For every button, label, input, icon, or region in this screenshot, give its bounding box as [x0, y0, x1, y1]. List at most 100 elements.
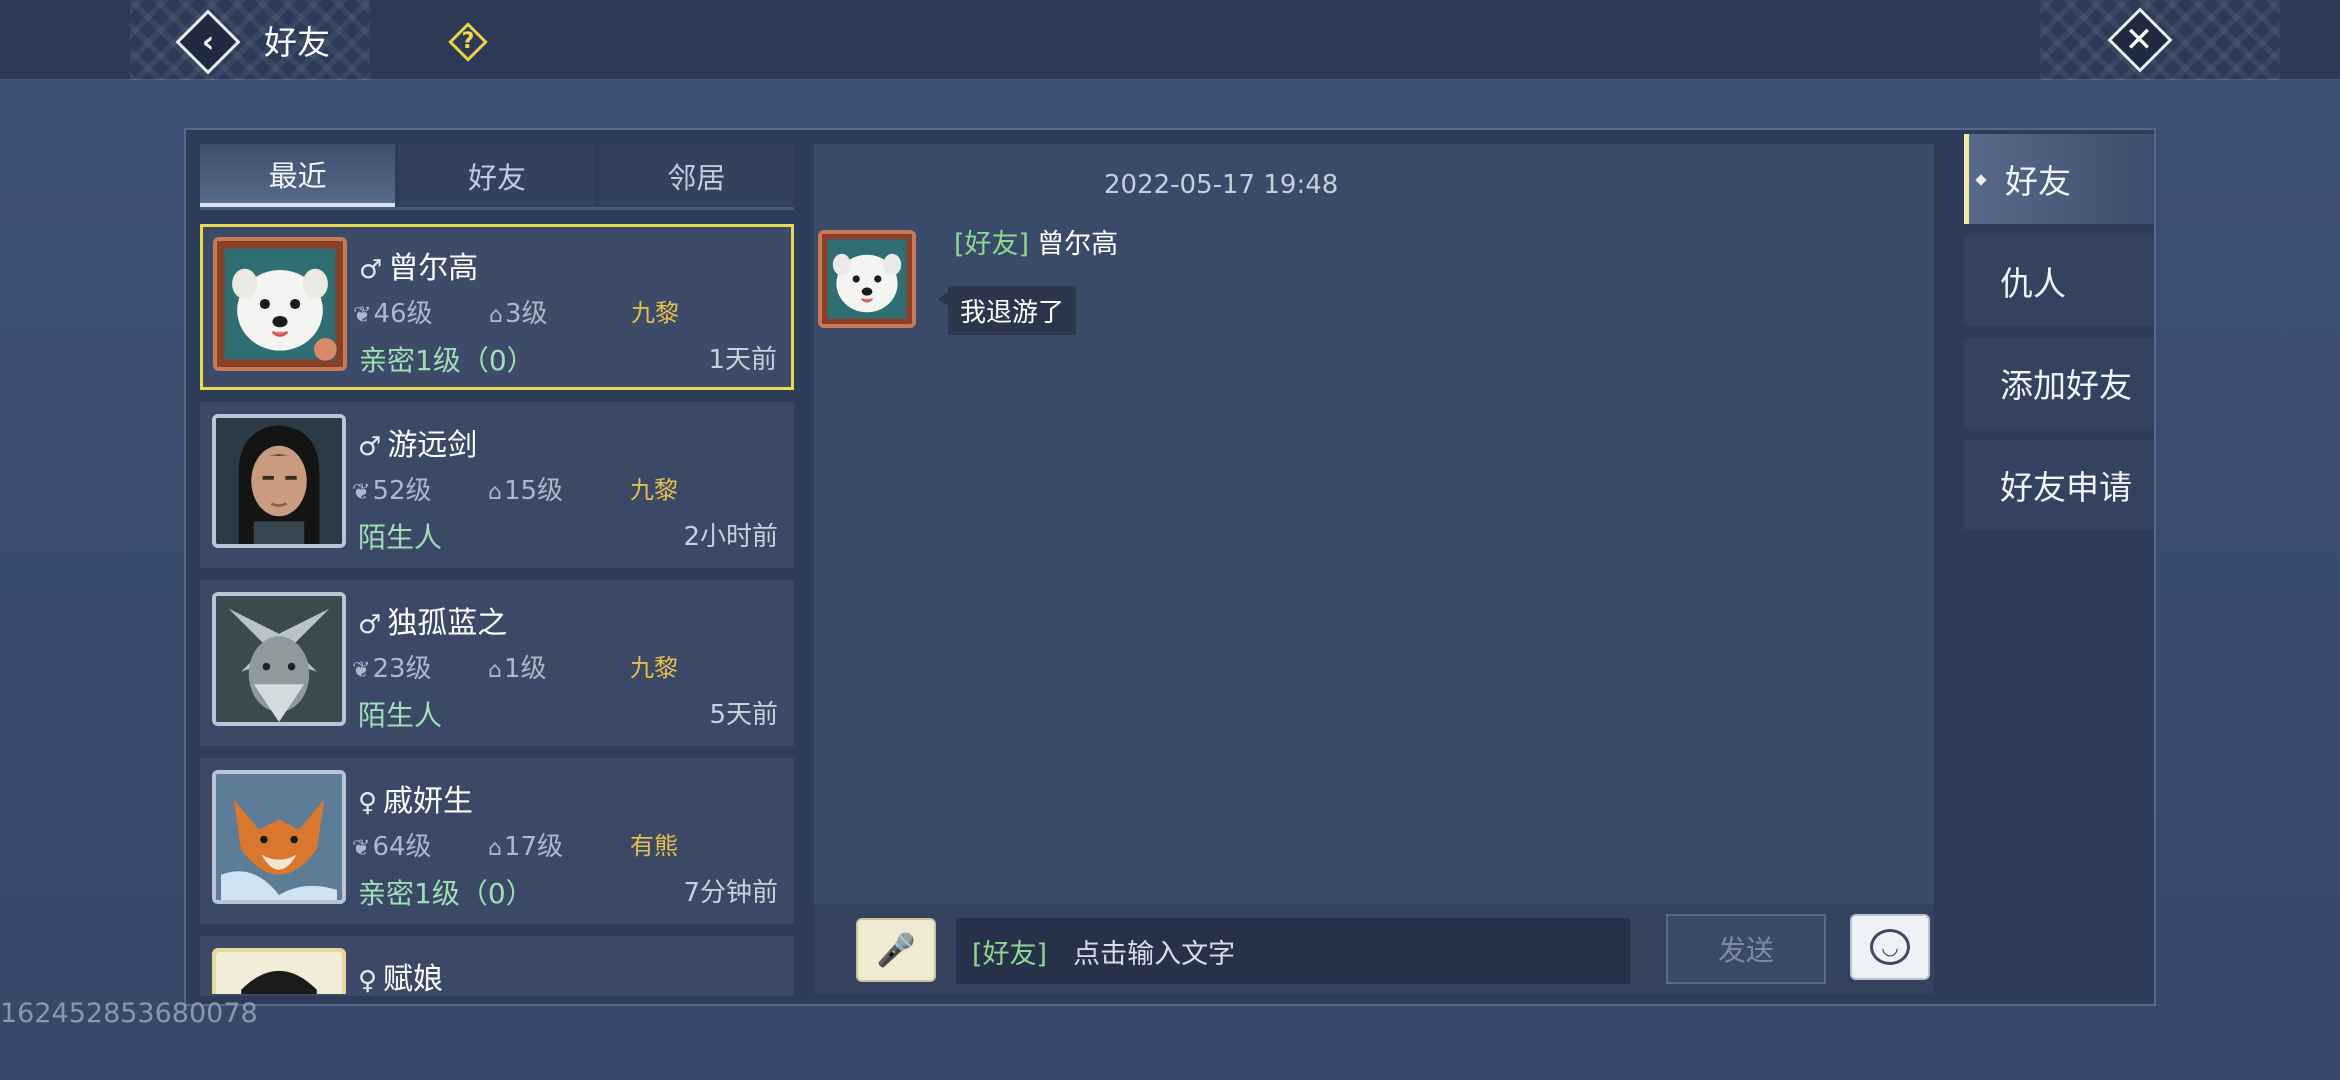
leaf-icon: ❦	[352, 658, 371, 683]
avatar-male-portrait[interactable]	[212, 414, 346, 548]
player-level-text: 23级	[372, 654, 432, 684]
chat-timestamp: 2022-05-17 19:48	[1104, 170, 1339, 200]
home-level-text: 3级	[504, 299, 548, 329]
friend-name-text: 独孤蓝之	[387, 606, 508, 641]
header-ornament	[130, 0, 370, 80]
friend-name: ♀ 戚妍生	[358, 776, 473, 820]
white-dog-image	[822, 234, 912, 324]
last-contact-time: 5天前	[709, 700, 778, 730]
silver-beast-image	[216, 596, 342, 722]
side-item-friend-requests[interactable]: 好友申请	[1964, 440, 2154, 530]
home-level: ⌂3级	[489, 293, 548, 330]
voice-button[interactable]: 🎤	[856, 918, 936, 982]
last-contact-time: 1天前	[708, 345, 777, 375]
chat-area: 2022-05-17 19:48 [好友] 曾尔高 我退游了 🎤 [好友] 点击…	[814, 144, 1934, 994]
house-icon: ⌂	[488, 658, 502, 683]
emoji-button[interactable]: ◡	[1850, 914, 1930, 980]
back-button[interactable]: ‹	[172, 9, 244, 75]
friend-card[interactable]: ♂ 曾尔高 ❦46级 ⌂3级 九黎 亲密1级（0） 1天前	[200, 224, 794, 390]
friends-panel: 最近 好友 邻居 ♂ 曾尔高 ❦46级 ⌂3级 九黎 亲密1级（0） 1天前 ♂…	[184, 128, 2156, 1006]
relation-status: 陌生人	[358, 521, 443, 554]
side-item-add-friend[interactable]: 添加好友	[1964, 338, 2154, 428]
avatar-white-dog[interactable]	[213, 237, 347, 371]
female-icon: ♀	[358, 788, 378, 818]
message-sender: [好友] 曾尔高	[954, 222, 1118, 261]
relation-status: 亲密1级（0）	[358, 877, 534, 910]
server-name: 九黎	[630, 476, 678, 504]
avatar-silver-beast[interactable]	[212, 592, 346, 726]
side-item-friends[interactable]: 好友	[1964, 134, 2154, 224]
male-icon: ♂	[358, 610, 382, 640]
male-portrait-image	[216, 418, 342, 544]
player-level-text: 46级	[373, 299, 433, 329]
home-level: ⌂17级	[488, 826, 563, 863]
friend-card[interactable]: ♀ 赋娘	[200, 936, 794, 996]
house-icon: ⌂	[488, 480, 502, 505]
player-level: ❦46级	[353, 293, 433, 330]
question-icon: ?	[461, 28, 475, 54]
house-icon: ⌂	[489, 303, 503, 328]
friend-name-text: 曾尔高	[388, 251, 479, 286]
friend-name: ♀ 赋娘	[358, 954, 444, 996]
orange-fox-image	[216, 774, 342, 900]
last-contact-time: 2小时前	[683, 522, 778, 552]
friend-card[interactable]: ♂ 游远剑 ❦52级 ⌂15级 九黎 陌生人 2小时前	[200, 402, 794, 568]
friend-name-text: 赋娘	[383, 962, 444, 996]
help-button[interactable]: ?	[446, 20, 488, 62]
friend-card[interactable]: ♂ 独孤蓝之 ❦23级 ⌂1级 九黎 陌生人 5天前	[200, 580, 794, 746]
tab-friends[interactable]: 好友	[399, 144, 595, 207]
smiley-icon: ◡	[1870, 929, 1910, 965]
server-name: 有熊	[630, 832, 678, 860]
white-dog-image	[217, 241, 343, 367]
friend-name-text: 游远剑	[387, 428, 478, 463]
sender-name: 曾尔高	[1037, 229, 1119, 260]
side-item-enemies[interactable]: 仇人	[1964, 236, 2154, 326]
friend-card[interactable]: ♀ 戚妍生 ❦64级 ⌂17级 有熊 亲密1级（0） 7分钟前	[200, 758, 794, 924]
male-icon: ♂	[359, 255, 383, 285]
player-level-text: 64级	[372, 832, 432, 862]
friend-list[interactable]: ♂ 曾尔高 ❦46级 ⌂3级 九黎 亲密1级（0） 1天前 ♂ 游远剑 ❦52级…	[200, 224, 794, 1002]
home-level: ⌂15级	[488, 470, 563, 507]
player-level: ❦52级	[352, 470, 432, 507]
home-level-text: 1级	[503, 654, 547, 684]
relation-status: 亲密1级（0）	[359, 344, 535, 377]
tab-recent[interactable]: 最近	[200, 144, 396, 207]
close-button[interactable]: ✕	[2104, 7, 2174, 73]
page-title: 好友	[264, 23, 330, 62]
friend-list-column: 最近 好友 邻居 ♂ 曾尔高 ❦46级 ⌂3级 九黎 亲密1级（0） 1天前 ♂…	[200, 144, 794, 1002]
friend-name: ♂ 曾尔高	[359, 243, 478, 287]
top-bar: ‹ 好友 ? ✕	[0, 0, 2340, 80]
player-level: ❦23级	[352, 648, 432, 685]
avatar-female-portrait[interactable]	[212, 948, 346, 994]
close-icon: ✕	[2124, 20, 2154, 60]
home-level: ⌂1级	[488, 648, 547, 685]
server-name: 九黎	[630, 654, 678, 682]
house-icon: ⌂	[488, 836, 502, 861]
male-icon: ♂	[358, 432, 382, 462]
input-channel-tag: [好友]	[972, 938, 1048, 970]
female-icon: ♀	[358, 966, 378, 996]
list-tabs: 最近 好友 邻居	[200, 144, 794, 210]
channel-tag: [好友]	[954, 229, 1030, 260]
relation-status: 陌生人	[358, 699, 443, 732]
tab-neighbors[interactable]: 邻居	[598, 144, 794, 207]
message-avatar[interactable]	[818, 230, 916, 328]
home-level-text: 17级	[503, 832, 564, 862]
send-button[interactable]: 发送	[1666, 914, 1826, 984]
chat-text-input[interactable]: [好友] 点击输入文字	[956, 918, 1630, 984]
screen: ‹ 好友 ? ✕ 最近 好友 邻居 ♂ 曾尔高 ❦46级 ⌂3级 九黎 亲密1级…	[0, 0, 2340, 1080]
leaf-icon: ❦	[353, 303, 372, 328]
female-portrait-image	[216, 952, 342, 994]
input-placeholder: 点击输入文字	[1073, 938, 1236, 970]
back-arrow-icon: ‹	[201, 24, 215, 60]
chat-input-bar: 🎤 [好友] 点击输入文字 发送 ◡	[814, 904, 1934, 994]
friend-name: ♂ 游远剑	[358, 420, 477, 464]
message-bubble: 我退游了	[937, 286, 1077, 335]
friend-name-text: 戚妍生	[383, 784, 474, 819]
side-menu: 好友 仇人 添加好友 好友申请	[1964, 134, 2154, 542]
player-level-text: 52级	[372, 476, 432, 506]
last-contact-time: 7分钟前	[683, 878, 778, 908]
leaf-icon: ❦	[352, 480, 371, 505]
avatar-orange-fox[interactable]	[212, 770, 346, 904]
watermark-id: 162452853680078	[0, 998, 258, 1029]
